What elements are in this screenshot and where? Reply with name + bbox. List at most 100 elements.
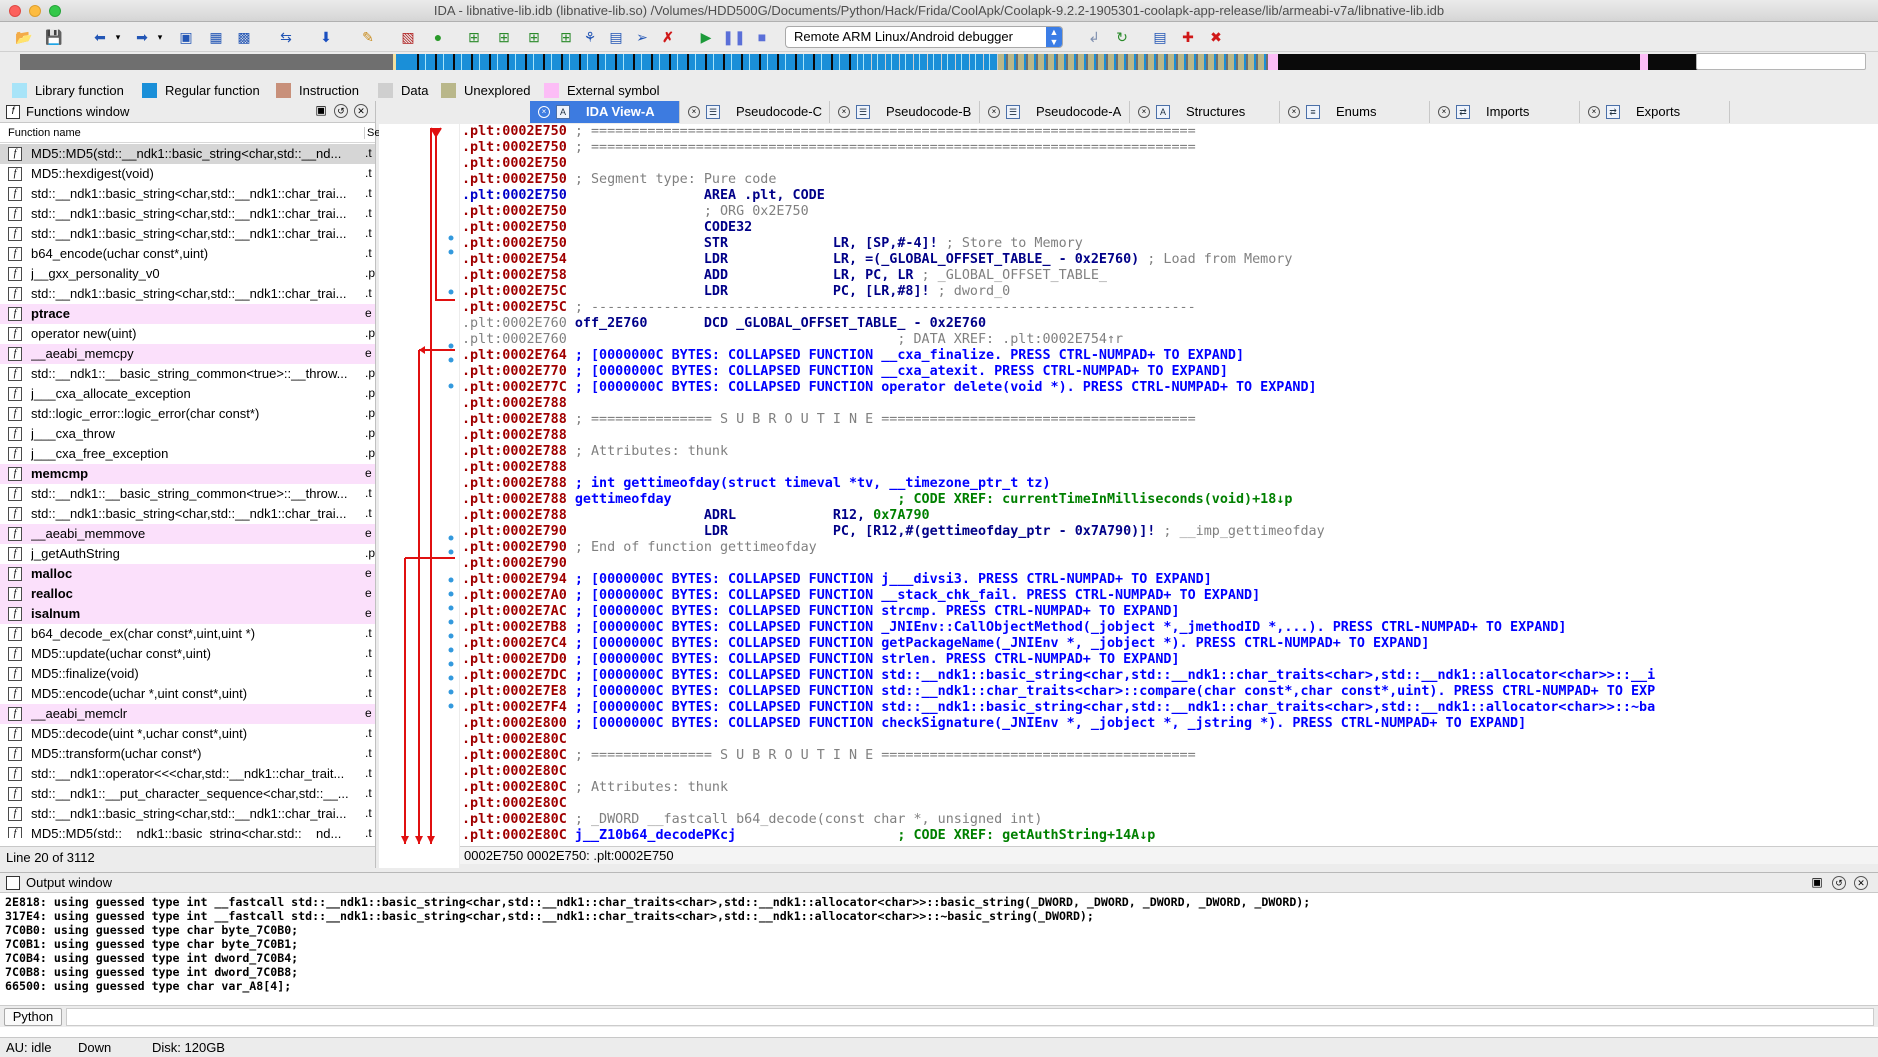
function-list-item[interactable]: f MD5::update(uchar const*,uint) .t — [0, 644, 375, 664]
jump-icon[interactable]: ⇆ — [276, 27, 296, 47]
listing-line[interactable]: .plt:0002E750 CODE32 — [462, 220, 752, 236]
listing-line[interactable]: .plt:0002E788 ; Attributes: thunk — [462, 444, 728, 460]
listing-line[interactable]: .plt:0002E794 ; [0000000C BYTES: COLLAPS… — [462, 572, 1212, 588]
function-list-item[interactable]: f __aeabi_memcpy e — [0, 344, 375, 364]
function-list-item[interactable]: f MD5::hexdigest(void) .t — [0, 164, 375, 184]
tab-pseudocode-a[interactable]: × ☰ Pseudocode-A — [980, 101, 1130, 123]
forward-arrow-icon[interactable]: ➡ — [132, 27, 152, 47]
listing-line[interactable]: .plt:0002E750 STR LR, [SP,#-4]! ; Store … — [462, 236, 1083, 252]
navigation-band[interactable] — [0, 52, 1878, 72]
listing-line[interactable]: .plt:0002E750 ; ORG 0x2E750 — [462, 204, 809, 220]
close-icon[interactable]: ✕ — [1854, 876, 1868, 890]
step-into-icon[interactable]: ↲ — [1084, 27, 1104, 47]
listing-line[interactable]: .plt:0002E788 — [462, 396, 567, 412]
binary-search-icon[interactable]: ▣ — [176, 27, 196, 47]
function-list-item[interactable]: f ptrace e — [0, 304, 375, 324]
tab-imports[interactable]: × ⇄ Imports — [1430, 101, 1580, 123]
listing-line[interactable]: .plt:0002E80C — [462, 732, 567, 748]
function-list-item[interactable]: f std::__ndk1::basic_string<char,std::__n… — [0, 204, 375, 224]
listing-line[interactable]: .plt:0002E800 ; [0000000C BYTES: COLLAPS… — [462, 716, 1526, 732]
function-list-item[interactable]: f realloc e — [0, 584, 375, 604]
green-circle-icon[interactable]: ● — [428, 27, 448, 47]
listing-line[interactable]: .plt:0002E750 AREA .plt, CODE — [462, 188, 825, 204]
function-list-item[interactable]: f std::logic_error::logic_error(char cons… — [0, 404, 375, 424]
tab-exports[interactable]: × ⇄ Exports — [1580, 101, 1730, 123]
tab-close-icon[interactable]: × — [538, 106, 550, 118]
step-over-icon[interactable]: ↻ — [1112, 27, 1132, 47]
function-list-item[interactable]: f std::__ndk1::basic_string<char,std::__n… — [0, 804, 375, 824]
tab-close-icon[interactable]: × — [1288, 106, 1300, 118]
listing-line[interactable]: .plt:0002E750 ; ========================… — [462, 124, 1196, 140]
hexview-icon[interactable]: ▤ — [606, 27, 626, 47]
listing-line[interactable]: .plt:0002E80C ; Attributes: thunk — [462, 780, 728, 796]
function-list-item[interactable]: f std::__ndk1::basic_string<char,std::__n… — [0, 184, 375, 204]
function-list-item[interactable]: f memcmp e — [0, 464, 375, 484]
listing-line[interactable]: .plt:0002E790 ; End of function gettimeo… — [462, 540, 817, 556]
tab-close-icon[interactable]: × — [988, 106, 1000, 118]
disassembly-listing[interactable]: .plt:0002E750 ; ========================… — [460, 124, 1878, 846]
function-list-item[interactable]: f j___cxa_allocate_exception .p — [0, 384, 375, 404]
add-breakpoint-icon[interactable]: ✚ — [1178, 27, 1198, 47]
function-list-item[interactable]: f MD5::encode(uchar *,uint const*,uint) .t — [0, 684, 375, 704]
listing-line[interactable]: .plt:0002E80C j__Z10b64_decodePKcj ; COD… — [462, 828, 1155, 844]
function-list-item[interactable]: f j___cxa_throw .p — [0, 424, 375, 444]
stop-x-icon[interactable]: ✗ — [658, 27, 678, 47]
restore-icon[interactable]: ▣ — [314, 104, 328, 118]
listing-line[interactable]: .plt:0002E790 LDR PC, [R12,#(gettimeofda… — [462, 524, 1325, 540]
functions-list[interactable]: f MD5::MD5(std::__ndk1::basic_string<char… — [0, 144, 375, 838]
function-list-item[interactable]: f MD5::MD5(std::__ndk1::basic_string<char… — [0, 824, 375, 838]
function-list-item[interactable]: f __aeabi_memclr e — [0, 704, 375, 724]
start-debug-icon[interactable]: ▶ — [696, 27, 716, 47]
listing-line[interactable]: .plt:0002E764 ; [0000000C BYTES: COLLAPS… — [462, 348, 1244, 364]
listing-line[interactable]: .plt:0002E80C — [462, 796, 567, 812]
tab-close-icon[interactable]: × — [1138, 106, 1150, 118]
function-list-item[interactable]: f j___cxa_free_exception .p — [0, 444, 375, 464]
tab-pseudocode-b[interactable]: × ☰ Pseudocode-B — [830, 101, 980, 123]
back-dropdown-icon[interactable]: ▾ — [108, 27, 128, 47]
listing-line[interactable]: .plt:0002E80C — [462, 764, 567, 780]
listing-line[interactable]: .plt:0002E760 ; DATA XREF: .plt:0002E754… — [462, 332, 1123, 348]
script-icon[interactable]: ⚘ — [580, 27, 600, 47]
add-enum-icon[interactable]: ⊞ — [556, 27, 576, 47]
breakpoint-list-icon[interactable]: ▤ — [1150, 27, 1170, 47]
listing-line[interactable]: .plt:0002E7AC ; [0000000C BYTES: COLLAPS… — [462, 604, 1180, 620]
patch-icon[interactable]: ✎ — [358, 27, 378, 47]
save-icon[interactable]: 💾 — [44, 27, 64, 47]
function-list-item[interactable]: f operator new(uint) .p — [0, 324, 375, 344]
pause-debug-icon[interactable]: ❚❚ — [722, 27, 745, 47]
listing-line[interactable]: .plt:0002E788 ; =============== S U B R … — [462, 412, 1196, 428]
listing-line[interactable]: .plt:0002E7DC ; [0000000C BYTES: COLLAPS… — [462, 668, 1655, 684]
stop-debug-icon[interactable]: ■ — [752, 27, 772, 47]
tab-pseudocode-c[interactable]: × ☰ Pseudocode-C — [680, 101, 830, 123]
tab-close-icon[interactable]: × — [688, 106, 700, 118]
listing-line[interactable]: .plt:0002E750 — [462, 156, 567, 172]
listing-line[interactable]: .plt:0002E788 gettimeofday ; CODE XREF: … — [462, 492, 1292, 508]
open-folder-icon[interactable]: 📂 — [14, 27, 34, 47]
function-list-item[interactable]: f std::__ndk1::__put_character_sequence<c… — [0, 784, 375, 804]
listing-line[interactable]: .plt:0002E75C LDR PC, [LR,#8]! ; dword_0 — [462, 284, 1010, 300]
function-list-item[interactable]: f MD5::finalize(void) .t — [0, 664, 375, 684]
debugger-select[interactable]: Remote ARM Linux/Android debugger ▲ ▼ — [785, 26, 1063, 48]
listing-line[interactable]: .plt:0002E7E8 ; [0000000C BYTES: COLLAPS… — [462, 684, 1655, 700]
tab-ida-view-a[interactable]: × A IDA View-A — [530, 101, 680, 123]
listing-line[interactable]: .plt:0002E7B8 ; [0000000C BYTES: COLLAPS… — [462, 620, 1566, 636]
listing-line[interactable]: .plt:0002E754 LDR LR, =(_GLOBAL_OFFSET_T… — [462, 252, 1292, 268]
listing-line[interactable]: .plt:0002E77C ; [0000000C BYTES: COLLAPS… — [462, 380, 1317, 396]
function-list-item[interactable]: f __aeabi_memmove e — [0, 524, 375, 544]
function-list-item[interactable]: f malloc e — [0, 564, 375, 584]
listing-line[interactable]: .plt:0002E7D0 ; [0000000C BYTES: COLLAPS… — [462, 652, 1180, 668]
function-list-item[interactable]: f std::__ndk1::__basic_string_common<true… — [0, 364, 375, 384]
column-header[interactable]: Function name Se — [0, 123, 380, 143]
function-list-item[interactable]: f b64_decode_ex(char const*,uint,uint *).… — [0, 624, 375, 644]
search-next-icon[interactable]: ▩ — [234, 27, 254, 47]
function-list-item[interactable]: f isalnum e — [0, 604, 375, 624]
column-header-segment[interactable]: Se — [364, 127, 380, 139]
listing-line[interactable]: .plt:0002E788 — [462, 428, 567, 444]
forward-dropdown-icon[interactable]: ▾ — [150, 27, 170, 47]
tab-enums[interactable]: × ≡ Enums — [1280, 101, 1430, 123]
listing-line[interactable]: .plt:0002E790 — [462, 556, 567, 572]
refresh-icon[interactable]: ↺ — [1832, 876, 1846, 890]
navigation-strip[interactable] — [20, 54, 1710, 70]
listing-line[interactable]: .plt:0002E788 ADRL R12, 0x7A790 — [462, 508, 930, 524]
listing-line[interactable]: .plt:0002E7F4 ; [0000000C BYTES: COLLAPS… — [462, 700, 1655, 716]
